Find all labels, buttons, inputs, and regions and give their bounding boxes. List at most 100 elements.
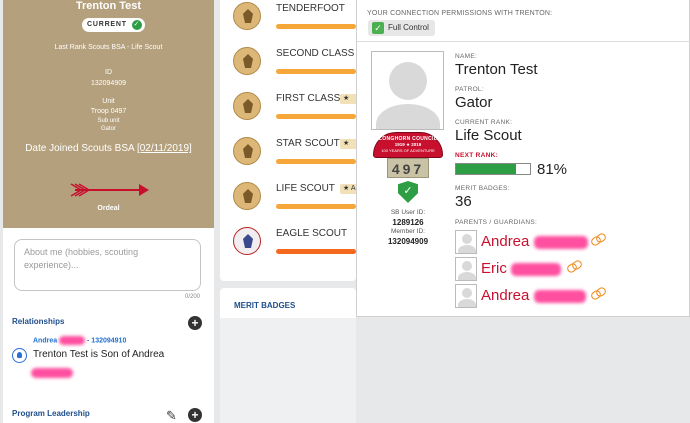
first-class-badge-icon — [233, 92, 261, 120]
member-id-label: Member ID: — [391, 228, 425, 235]
edit-icon[interactable]: ✎ — [166, 408, 177, 423]
order-of-arrow-icon — [70, 183, 149, 197]
rank-row[interactable]: SECOND CLASS — [220, 45, 356, 90]
rank-name: FIRST CLASS — [276, 93, 341, 104]
profile-card: Trenton Test CURRENT ✓ Last Rank Scouts … — [3, 0, 214, 228]
avatar-body — [458, 245, 476, 253]
next-rank-label: NEXT RANK: — [455, 152, 499, 159]
rank-progress-bar — [276, 114, 356, 119]
next-rank-progress-fill — [456, 164, 516, 174]
date-joined-label: Date Joined Scouts BSA — [25, 143, 135, 154]
relationship-link[interactable]: Andrea - 132094910 — [33, 336, 126, 345]
unit-value: Troop 0497 — [90, 108, 127, 115]
avatar-body — [376, 104, 440, 129]
scout-name: Trenton Test — [455, 61, 538, 78]
rank-name: EAGLE SCOUT — [276, 228, 348, 239]
redacted-mark — [533, 289, 586, 303]
date-joined: Date Joined Scouts BSA [02/11/2019] — [3, 143, 214, 154]
subunit-value: Gator — [100, 126, 116, 132]
program-leadership-title: Program Leadership — [12, 409, 90, 418]
merit-badges-count: 36 — [455, 193, 472, 210]
merit-badges-tab[interactable]: MERIT BADGES — [220, 288, 356, 318]
id-label: ID — [105, 69, 112, 76]
next-rank-percent: 81% — [537, 161, 568, 178]
rank-name: SECOND CLASS — [276, 48, 355, 59]
profile-name: Trenton Test — [75, 0, 142, 12]
guardian-avatar — [455, 257, 477, 281]
last-rank: Last Rank Scouts BSA - Life Scout — [54, 44, 163, 51]
redacted-mark — [59, 336, 86, 345]
avatar-head — [462, 261, 472, 271]
guardian-avatar — [455, 230, 477, 254]
date-joined-value[interactable]: [02/11/2019] — [137, 143, 192, 154]
rank-name: STAR SCOUT — [276, 138, 340, 149]
guardian-name[interactable]: Andrea — [481, 233, 588, 250]
link-icon[interactable] — [591, 288, 605, 297]
guardian-row[interactable]: Andrea — [455, 284, 685, 308]
rank-progress-bar — [276, 159, 356, 164]
rank-name: TENDERFOOT — [276, 3, 345, 14]
rank-row[interactable]: FIRST CLASS ★ — [220, 90, 360, 135]
scout-info-popup: YOUR CONNECTION PERMISSIONS WITH TRENTON… — [356, 0, 690, 317]
verified-shield-icon: ✓ — [398, 181, 418, 203]
person-icon — [12, 348, 27, 363]
about-me-input[interactable]: About me (hobbies, scouting experience).… — [14, 239, 201, 291]
link-icon[interactable] — [567, 261, 581, 270]
avatar-body — [458, 272, 476, 280]
status-badge: CURRENT ✓ — [82, 18, 145, 32]
life-scout-badge-icon — [233, 182, 261, 210]
avatar-head — [462, 288, 472, 298]
redacted-mark — [511, 262, 562, 276]
avatar-head — [389, 62, 427, 100]
rank-name: LIFE SCOUT — [276, 183, 335, 194]
second-class-badge-icon — [233, 47, 261, 75]
tenderfoot-badge-icon — [233, 2, 261, 30]
add-relationship-button[interactable]: + — [188, 316, 202, 330]
permission-label: Full Control — [388, 23, 429, 32]
relationships-title: Relationships — [12, 317, 65, 326]
avatar-body — [458, 299, 476, 307]
unit-number-patch: 497 — [387, 158, 429, 178]
star-scout-badge-icon — [233, 137, 261, 165]
patrol-label: PATROL: — [455, 86, 484, 93]
guardian-first-name: Eric — [481, 260, 507, 277]
relationship-text: Trenton Test is Son of Andrea — [33, 349, 165, 360]
rank-row[interactable]: STAR SCOUT ★ — [220, 135, 360, 180]
link-icon[interactable] — [591, 234, 605, 243]
guardian-name[interactable]: Eric — [481, 260, 562, 277]
permission-badge: ✓ Full Control — [368, 20, 435, 36]
merit-badges-label: MERIT BADGES — [234, 301, 296, 310]
rank-progress-bar — [276, 249, 356, 254]
rank-row[interactable]: LIFE SCOUT ★ A — [220, 180, 360, 225]
id-value: 132094909 — [90, 80, 127, 87]
council-patch: LONGHORN COUNCIL 1919 ★ 2019 100 YEARS O… — [373, 132, 443, 158]
avatar — [371, 51, 444, 130]
guardian-name[interactable]: Andrea — [481, 287, 586, 304]
unit-label: Unit — [102, 98, 115, 105]
guardian-first-name: Andrea — [481, 287, 530, 304]
add-leadership-button[interactable]: + — [188, 408, 202, 422]
member-id: 132094909 — [387, 237, 429, 246]
rank-progress-bar — [276, 204, 356, 209]
merit-badges-area — [220, 318, 356, 423]
ranks-panel: TENDERFOOT SECOND CLASS FIRST CLASS ★ ST… — [220, 0, 360, 281]
app-root: Trenton Test CURRENT ✓ Last Rank Scouts … — [0, 0, 690, 423]
rank-row[interactable]: TENDERFOOT — [220, 0, 356, 45]
rank-row[interactable]: EAGLE SCOUT — [220, 225, 356, 270]
guardian-row[interactable]: Andrea — [455, 230, 685, 254]
merit-badges-count-label: MERIT BADGES: — [455, 185, 510, 192]
guardian-first-name: Andrea — [481, 233, 530, 250]
relationship-link-suffix: - 132094910 — [87, 337, 127, 345]
redacted-mark — [31, 368, 73, 378]
guardians-label: PARENTS / GUARDIANS: — [455, 219, 538, 226]
guardian-row[interactable]: Eric — [455, 257, 685, 281]
profile-details: About me (hobbies, scouting experience).… — [3, 228, 214, 423]
current-rank-value: Life Scout — [455, 127, 522, 144]
name-label: NAME: — [455, 53, 478, 60]
next-rank-progress-bar — [455, 163, 531, 175]
status-label: CURRENT — [87, 21, 127, 28]
avatar-head — [462, 234, 472, 244]
eagle-scout-badge-icon — [233, 227, 261, 255]
sb-user-id-label: SB User ID: — [390, 209, 426, 216]
rank-progress-bar — [276, 24, 356, 29]
